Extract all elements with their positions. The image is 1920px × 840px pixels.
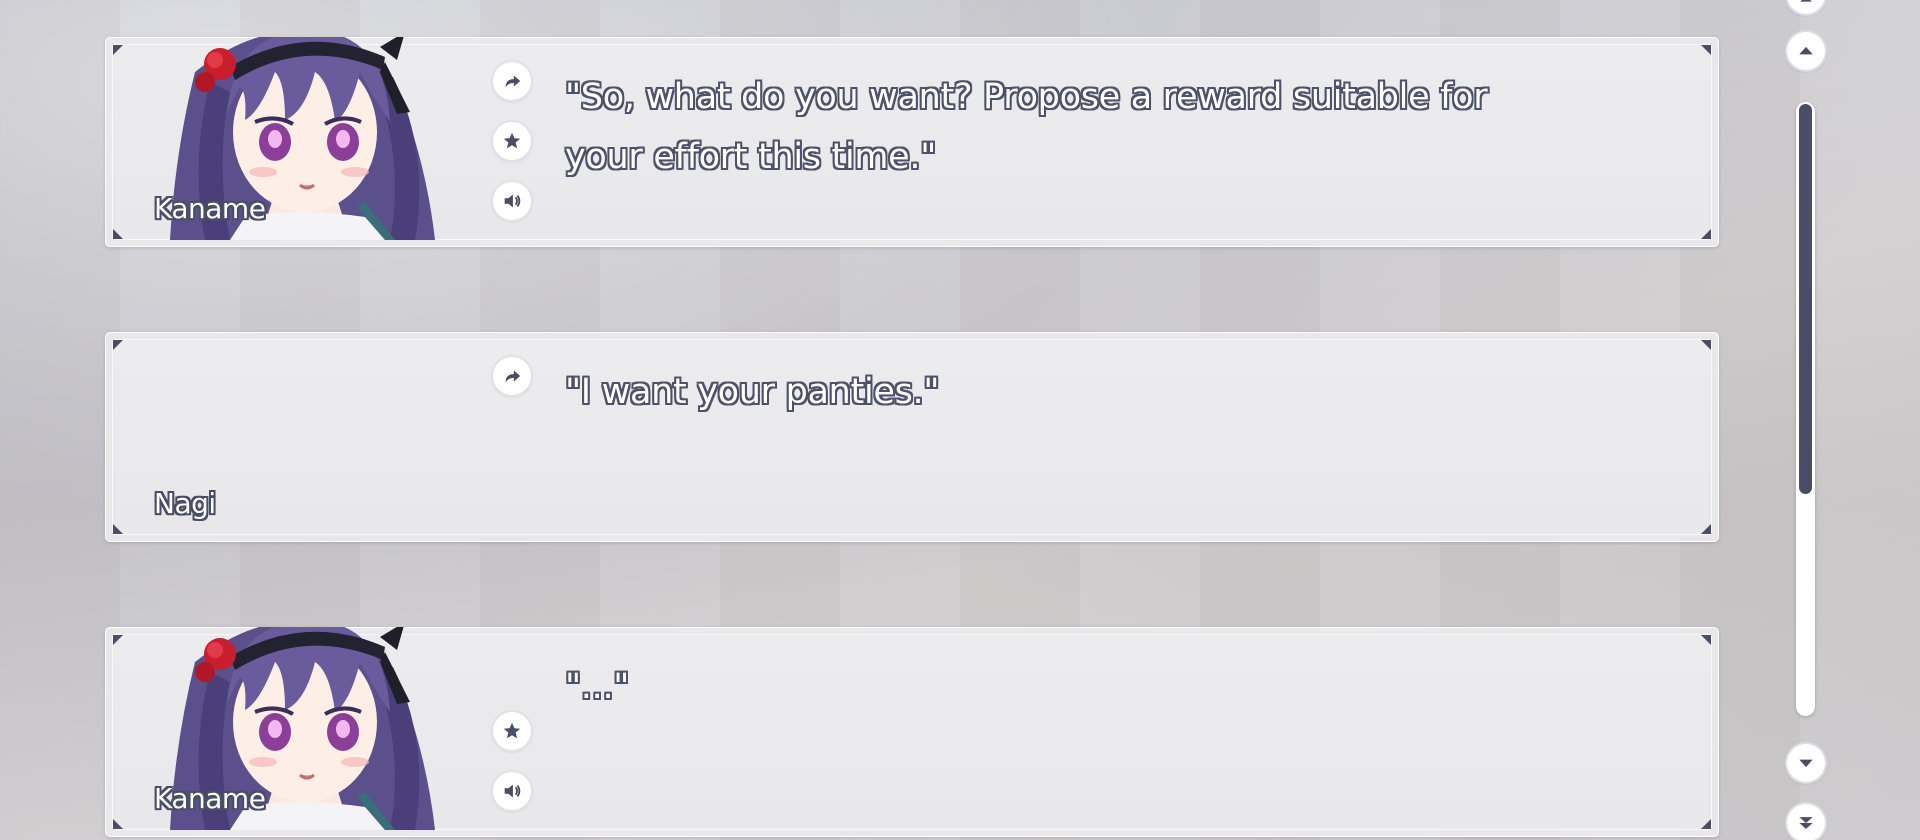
speaker-name: Kaname [154,782,266,815]
replay-voice-button[interactable] [493,182,531,220]
backlog-entry: Kaname "So, what do you want? Propose a … [105,37,1719,247]
corner-ornament [1701,45,1711,55]
backlog-entry: Kaname "..." [105,627,1719,837]
star-icon [503,132,521,149]
arrow-up-icon [1799,46,1813,55]
jump-button[interactable] [493,357,531,395]
favorite-button[interactable] [493,122,531,160]
dialogue-text: "So, what do you want? Propose a reward … [565,77,1488,177]
speaker-name: Nagi [154,487,216,520]
favorite-button[interactable] [493,712,531,750]
scroll-bottom-button[interactable] [1787,804,1825,840]
voice-icon [504,194,521,208]
page-down-icon [1799,817,1813,829]
jump-icon [505,75,521,88]
voice-icon [504,784,521,798]
star-icon [503,722,521,739]
page-up-icon [1800,0,1812,2]
corner-ornament [113,635,123,645]
dialogue-text: "I want your panties." [565,372,940,412]
corner-ornament [113,229,123,239]
corner-ornament [1701,819,1711,829]
backlog-entry: Nagi "I want your panties." [105,332,1719,542]
scrollbar-thumb[interactable] [1799,104,1812,494]
corner-ornament [1701,229,1711,239]
dialogue-text: "..." [565,667,630,707]
jump-icon [505,370,521,383]
replay-voice-button[interactable] [493,772,531,810]
corner-ornament [1701,524,1711,534]
arrow-down-icon [1799,759,1813,768]
speaker-name: Kaname [154,192,266,225]
corner-ornament [113,45,123,55]
scroll-up-button[interactable] [1787,32,1825,70]
scrollbar-track[interactable] [1796,102,1815,716]
corner-ornament [113,819,123,829]
corner-ornament [1701,635,1711,645]
corner-ornament [1701,340,1711,350]
scroll-top-button[interactable] [1787,0,1825,14]
corner-ornament [113,524,123,534]
scroll-down-button[interactable] [1787,744,1825,782]
corner-ornament [113,340,123,350]
jump-button[interactable] [493,62,531,100]
